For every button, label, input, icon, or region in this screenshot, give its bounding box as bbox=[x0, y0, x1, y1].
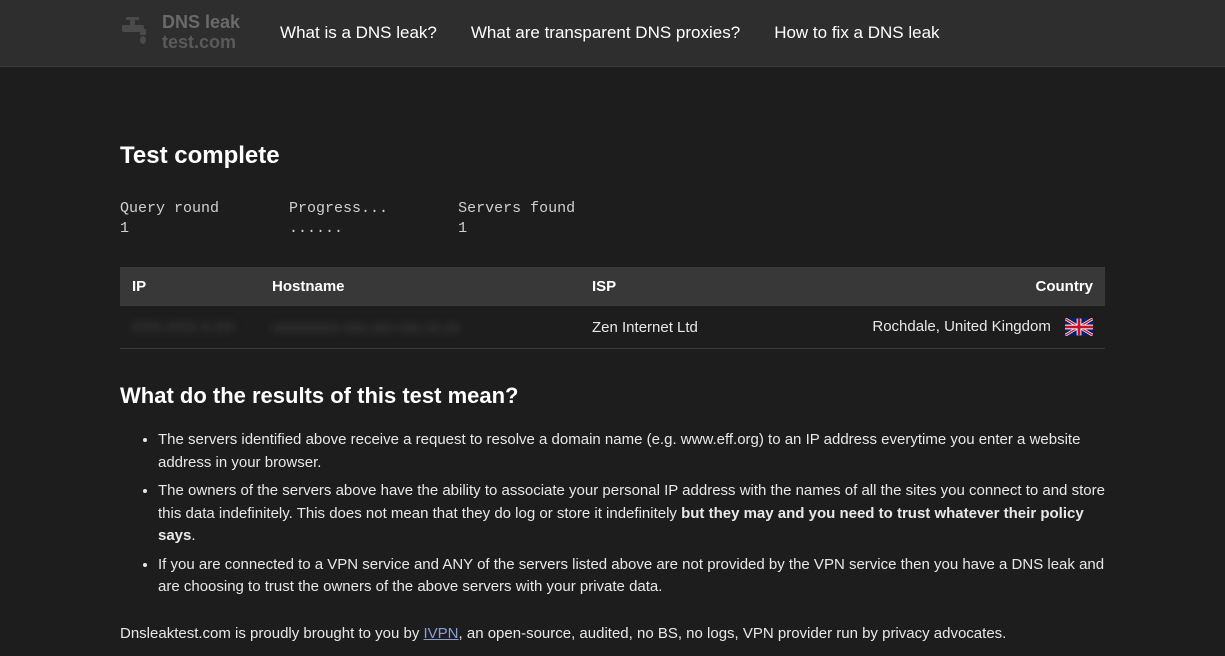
site-logo[interactable]: DNS leak test.com bbox=[120, 13, 240, 53]
nav-transparent-proxies[interactable]: What are transparent DNS proxies? bbox=[471, 23, 740, 43]
nav-links: What is a DNS leak? What are transparent… bbox=[280, 23, 939, 43]
navbar: DNS leak test.com What is a DNS leak? Wh… bbox=[0, 0, 1225, 67]
cell-hostname: xxxxxxxxx-xxx.xxx-xxx.xx.xx bbox=[260, 306, 580, 349]
explain-title: What do the results of this test mean? bbox=[120, 383, 1105, 409]
ivpn-link[interactable]: IVPN bbox=[424, 625, 459, 642]
bullet2-part-c: . bbox=[191, 527, 195, 544]
page-title: Test complete bbox=[120, 142, 1105, 170]
progress-value: ...... bbox=[289, 220, 388, 237]
logo-text: DNS leak test.com bbox=[162, 13, 240, 53]
footer-text: Dnsleaktest.com is proudly brought to yo… bbox=[120, 623, 1105, 646]
table-header-row: IP Hostname ISP Country bbox=[120, 268, 1105, 306]
results-table: IP Hostname ISP Country XXX.XXX.X.XX xxx… bbox=[120, 267, 1105, 349]
servers-found-label: Servers found bbox=[458, 200, 575, 217]
uk-flag-icon bbox=[1065, 318, 1093, 336]
list-item: The servers identified above receive a r… bbox=[158, 429, 1105, 474]
hostname-value: xxxxxxxxx-xxx.xxx-xxx.xx.xx bbox=[272, 319, 460, 336]
ip-value: XXX.XXX.X.XX bbox=[132, 319, 235, 336]
footer-post: , an open-source, audited, no BS, no log… bbox=[459, 625, 1007, 642]
header-isp: ISP bbox=[580, 268, 805, 306]
status-row: Query round 1 Progress... ...... Servers… bbox=[120, 200, 1105, 237]
table-row: XXX.XXX.X.XX xxxxxxxxx-xxx.xxx-xxx.xx.xx… bbox=[120, 306, 1105, 349]
explain-list: The servers identified above receive a r… bbox=[120, 429, 1105, 599]
header-country: Country bbox=[805, 268, 1105, 306]
cell-country: Rochdale, United Kingdom bbox=[805, 306, 1105, 349]
header-ip: IP bbox=[120, 268, 260, 306]
footer-pre: Dnsleaktest.com is proudly brought to yo… bbox=[120, 625, 424, 642]
cell-isp: Zen Internet Ltd bbox=[580, 306, 805, 349]
query-round-label: Query round bbox=[120, 200, 219, 217]
list-item: If you are connected to a VPN service an… bbox=[158, 554, 1105, 599]
status-servers-found: Servers found 1 bbox=[458, 200, 575, 237]
main-content: Test complete Query round 1 Progress... … bbox=[0, 142, 1225, 645]
status-query-round: Query round 1 bbox=[120, 200, 219, 237]
country-text: Rochdale, United Kingdom bbox=[872, 318, 1050, 335]
nav-how-to-fix[interactable]: How to fix a DNS leak bbox=[774, 23, 939, 43]
logo-line1: DNS leak bbox=[162, 13, 240, 33]
query-round-value: 1 bbox=[120, 220, 219, 237]
list-item: The owners of the servers above have the… bbox=[158, 480, 1105, 548]
logo-line2: test.com bbox=[162, 33, 240, 53]
progress-label: Progress... bbox=[289, 200, 388, 217]
cell-ip: XXX.XXX.X.XX bbox=[120, 306, 260, 349]
header-hostname: Hostname bbox=[260, 268, 580, 306]
faucet-icon bbox=[120, 17, 154, 50]
status-progress: Progress... ...... bbox=[289, 200, 388, 237]
nav-what-is-dns-leak[interactable]: What is a DNS leak? bbox=[280, 23, 437, 43]
servers-found-value: 1 bbox=[458, 220, 575, 237]
